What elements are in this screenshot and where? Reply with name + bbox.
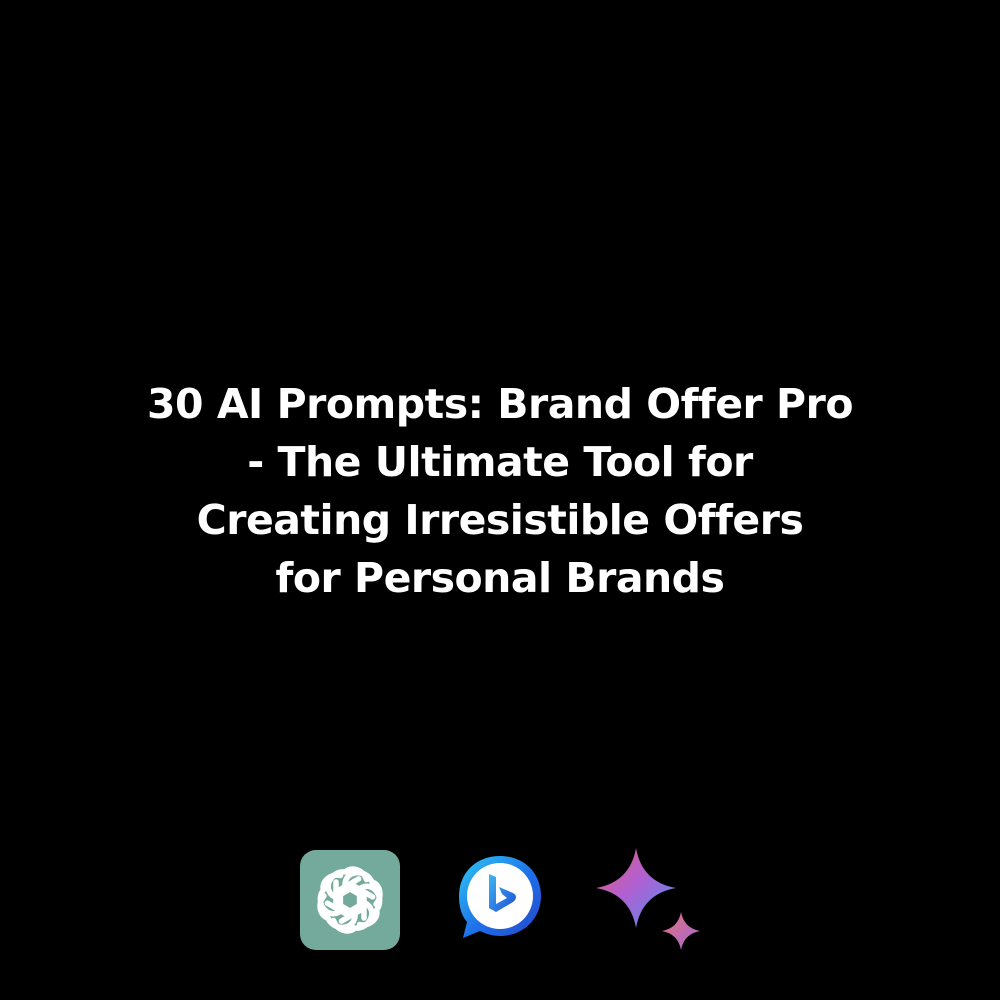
headline: 30 AI Prompts: Brand Offer Pro - The Ult…	[50, 375, 950, 607]
promo-card: 30 AI Prompts: Brand Offer Pro - The Ult…	[0, 0, 1000, 1000]
chatgpt-logo-icon	[300, 850, 400, 950]
gemini-sparkle-logo-icon	[596, 848, 704, 954]
headline-line-2: - The Ultimate Tool for	[247, 438, 753, 486]
headline-line-3: Creating Irresistible Offers	[196, 496, 804, 544]
bing-chat-logo-icon	[455, 852, 545, 942]
headline-line-4: for Personal Brands	[275, 554, 725, 602]
headline-line-1: 30 AI Prompts: Brand Offer Pro	[147, 380, 853, 428]
